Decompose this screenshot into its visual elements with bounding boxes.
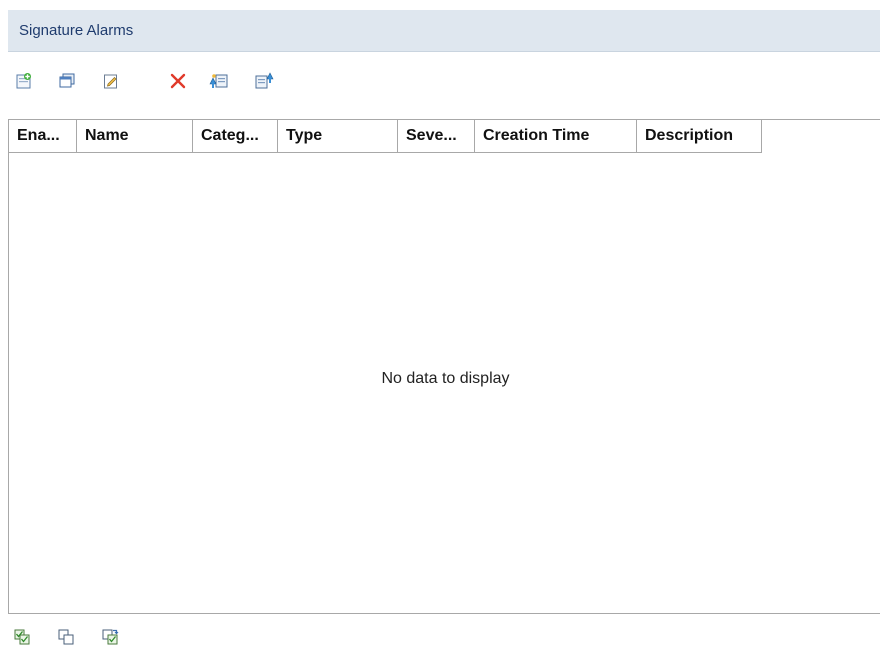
- toolbar: [8, 66, 308, 100]
- panel-title-bar: Signature Alarms: [8, 10, 880, 52]
- column-header-enabled[interactable]: Ena...: [9, 120, 77, 152]
- add-button[interactable]: [10, 66, 38, 96]
- column-header-category[interactable]: Categ...: [193, 120, 278, 152]
- table-header: Ena... Name Categ... Type Seve... Creati…: [9, 120, 762, 153]
- deselect-button[interactable]: [52, 622, 80, 652]
- add-icon: [16, 73, 31, 89]
- delete-icon: [170, 73, 186, 89]
- column-header-creation-time[interactable]: Creation Time: [475, 120, 637, 152]
- panel-title: Signature Alarms: [19, 22, 134, 39]
- invert-selection-button[interactable]: [96, 622, 124, 652]
- export-button[interactable]: [250, 66, 278, 96]
- column-header-type[interactable]: Type: [278, 120, 398, 152]
- deselect-icon: [58, 629, 74, 645]
- invert-selection-icon: [102, 629, 119, 645]
- column-header-severity[interactable]: Seve...: [398, 120, 475, 152]
- empty-message: No data to display: [381, 370, 510, 387]
- column-header-description[interactable]: Description: [637, 120, 761, 152]
- select-all-icon: [14, 629, 30, 645]
- footer-toolbar: [8, 622, 208, 650]
- import-icon: [209, 74, 228, 88]
- copy-button[interactable]: [53, 66, 81, 96]
- alarms-table: Ena... Name Categ... Type Seve... Creati…: [8, 119, 880, 614]
- copy-icon: [59, 73, 75, 88]
- edit-icon: [104, 74, 117, 89]
- column-header-name[interactable]: Name: [77, 120, 193, 152]
- import-button[interactable]: [205, 66, 233, 96]
- edit-button[interactable]: [97, 66, 125, 96]
- select-all-button[interactable]: [8, 622, 36, 652]
- export-icon: [255, 72, 274, 89]
- delete-button[interactable]: [164, 66, 192, 96]
